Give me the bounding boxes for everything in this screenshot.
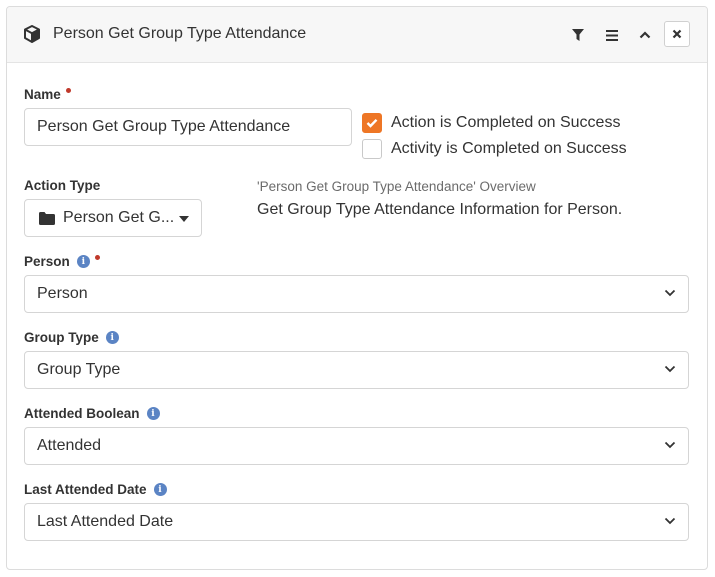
last-attended-date-label: Last Attended Date i	[24, 482, 167, 497]
action-type-picker[interactable]: Person Get G...	[24, 199, 202, 237]
last-attended-date-select[interactable]: Last Attended Date	[24, 503, 689, 541]
info-icon[interactable]: i	[153, 483, 167, 496]
person-select[interactable]: Person	[24, 275, 689, 313]
folder-icon	[39, 211, 55, 225]
collapse-button[interactable]	[632, 22, 658, 48]
panel-header: Person Get Group Type Attendance	[7, 7, 707, 63]
required-indicator	[94, 255, 100, 260]
activity-completed-checkbox-row[interactable]: Activity is Completed on Success	[362, 139, 627, 159]
hamburger-icon	[606, 29, 618, 41]
action-completed-label: Action is Completed on Success	[391, 114, 621, 131]
chevron-down-icon	[664, 517, 676, 525]
attended-boolean-select[interactable]: Attended	[24, 427, 689, 465]
close-icon	[672, 29, 682, 39]
action-type-value: Person Get G...	[63, 209, 175, 226]
filter-button[interactable]	[565, 22, 591, 48]
info-icon[interactable]: i	[146, 407, 160, 420]
info-icon[interactable]: i	[76, 255, 90, 268]
chevron-down-icon	[664, 365, 676, 373]
info-icon[interactable]: i	[105, 331, 119, 344]
workflow-action-panel: Person Get Group Type Attendance Name Pe…	[6, 6, 708, 570]
required-indicator	[65, 88, 71, 93]
action-type-label: Action Type	[24, 178, 101, 193]
filter-icon	[572, 28, 584, 41]
person-label: Person i	[24, 254, 100, 269]
name-label: Name	[24, 87, 71, 102]
action-completed-checkbox-row[interactable]: Action is Completed on Success	[362, 113, 620, 133]
name-input[interactable]: Person Get Group Type Attendance	[24, 108, 352, 146]
menu-button[interactable]	[599, 22, 625, 48]
close-button[interactable]	[664, 21, 690, 47]
attended-boolean-label: Attended Boolean i	[24, 406, 160, 421]
chevron-down-icon	[664, 441, 676, 449]
group-type-label: Group Type i	[24, 330, 119, 345]
overview-text: Get Group Type Attendance Information fo…	[257, 201, 623, 218]
chevron-up-icon	[639, 31, 651, 39]
panel-title: Person Get Group Type Attendance	[53, 25, 307, 42]
activity-completed-checkbox[interactable]	[362, 139, 382, 159]
caret-down-icon	[179, 216, 189, 222]
group-type-select[interactable]: Group Type	[24, 351, 689, 389]
cube-icon	[23, 25, 41, 48]
check-icon	[366, 118, 378, 128]
chevron-down-icon	[664, 289, 676, 297]
overview-title: 'Person Get Group Type Attendance' Overv…	[257, 179, 536, 194]
activity-completed-label: Activity is Completed on Success	[391, 140, 627, 157]
action-completed-checkbox[interactable]	[362, 113, 382, 133]
